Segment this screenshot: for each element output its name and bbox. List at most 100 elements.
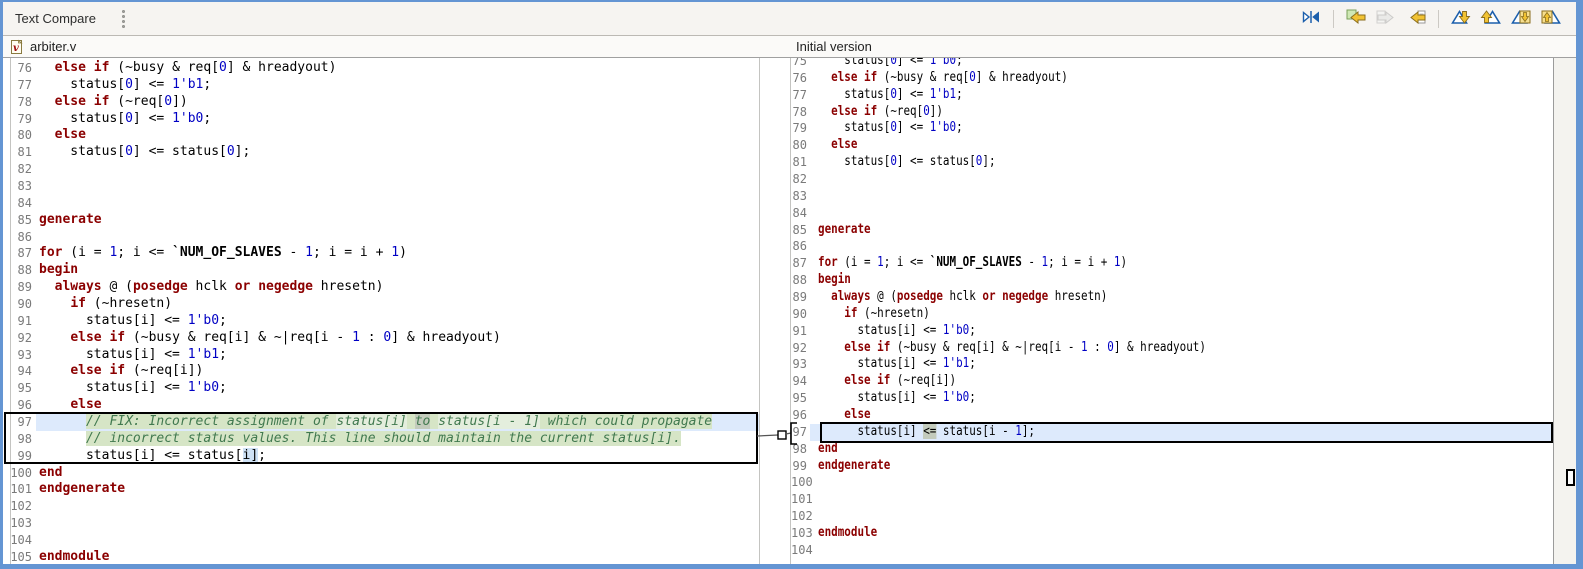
line-number: 100 [791, 474, 813, 492]
line-number: 88 [791, 272, 810, 290]
toolbar-separator [1333, 9, 1334, 28]
code-line: 79 status[0] <= 1'b0; [791, 120, 963, 138]
line-number: 84 [3, 194, 36, 212]
line-number: 95 [3, 380, 36, 398]
copy-all-nonconflicting-right-to-left-button[interactable] [1343, 8, 1369, 30]
line-number: 91 [791, 322, 810, 340]
line-number: 93 [3, 346, 36, 364]
previous-difference-button[interactable] [1478, 8, 1504, 30]
code-line: 93 status[i] <= 1'b1; [3, 346, 759, 364]
code-line: 78 else if (~req[0]) [3, 93, 759, 111]
compare-editor-header: Text Compare [3, 2, 1576, 36]
line-number: 80 [791, 137, 810, 155]
code-line: 96 else [3, 397, 759, 415]
line-number: 100 [3, 464, 36, 482]
code-line: 103 endmodule [791, 525, 878, 542]
line-number: 93 [791, 356, 810, 374]
code-line: 88 begin [791, 272, 851, 290]
line-number: 101 [791, 491, 813, 509]
next-change-button[interactable] [1508, 8, 1534, 30]
pane-divider [790, 58, 791, 564]
copy-current-change-right-to-left-button[interactable] [1403, 8, 1429, 30]
code-line: 95 status[i] <= 1'b0; [791, 390, 976, 408]
code-line: 88 begin [3, 262, 759, 280]
line-number: 85 [3, 211, 36, 229]
line-number: 82 [3, 161, 36, 179]
line-number: 81 [3, 144, 36, 162]
code-line: 94 else if (~req[i]) [791, 373, 957, 391]
line-number: 76 [791, 69, 810, 87]
previous-difference-icon [1480, 8, 1502, 29]
verilog-file-icon: v [11, 39, 23, 54]
right-code-pane[interactable]: 75 status[0] <= 1'b0; 76 else if (~busy &… [791, 58, 1553, 564]
code-line: 92 else if (~busy & req[i] & ~|req[i - 1… [3, 329, 759, 347]
code-line: 84 [3, 194, 759, 212]
line-number: 103 [791, 525, 813, 542]
compare-toolbar [1298, 8, 1564, 30]
code-line: 80 else [3, 127, 759, 145]
swap-left-and-right-button[interactable] [1298, 8, 1324, 30]
window-border [0, 0, 3, 569]
line-number: 89 [791, 289, 810, 306]
previous-change-button[interactable] [1538, 8, 1564, 30]
svg-text:v: v [13, 43, 19, 54]
diff-connector[interactable] [754, 420, 800, 448]
line-number: 85 [791, 221, 810, 239]
code-line: 99 endgenerate [791, 457, 891, 475]
next-difference-button[interactable] [1448, 8, 1474, 30]
line-number: 94 [3, 363, 36, 381]
previous-change-icon [1540, 8, 1562, 29]
line-number: 104 [3, 532, 36, 549]
code-line: 77 status[0] <= 1'b1; [791, 86, 963, 104]
code-line: 97 // FIX: Incorrect assignment of statu… [3, 414, 759, 431]
code-line: 79 status[0] <= 1'b0; [3, 110, 759, 128]
window-border [0, 0, 1583, 2]
code-line: 84 [791, 204, 1553, 222]
line-number: 102 [3, 498, 36, 516]
diff-connector-handle[interactable] [777, 430, 787, 440]
diff-overview-marker[interactable] [1566, 469, 1575, 486]
code-line: 101 endgenerate [3, 481, 759, 499]
line-number: 81 [791, 154, 810, 172]
line-number: 99 [3, 447, 36, 465]
code-line: 81 status[0] <= status[0]; [791, 154, 996, 172]
code-line: 100 end [3, 464, 759, 482]
code-line: 75 status[0] <= 1'b0; [791, 58, 1553, 70]
line-number: 82 [791, 171, 810, 188]
code-line: 104 [3, 532, 759, 549]
line-number: 94 [791, 373, 810, 391]
line-number: 90 [3, 296, 36, 313]
code-line: 89 always @ (posedge hclk or negedge hre… [791, 289, 1108, 306]
pane-divider [759, 58, 760, 564]
toolbar-separator [1438, 9, 1439, 28]
line-number: 90 [791, 305, 810, 323]
code-line: 77 status[0] <= 1'b1; [3, 76, 759, 94]
copy-all-nonconflicting-right-to-left-icon [1345, 8, 1367, 29]
code-line: 100 [791, 474, 1553, 492]
code-line: 82 [791, 171, 1553, 188]
line-number: 91 [3, 312, 36, 330]
left-code-pane[interactable]: 76 else if (~busy & req[0] & hreadyout) 7… [3, 58, 759, 564]
page-title: Text Compare [15, 11, 96, 26]
copy-current-change-right-to-left-icon [1405, 8, 1427, 29]
line-number: 77 [791, 86, 810, 104]
line-number: 92 [791, 339, 810, 357]
line-number: 83 [3, 178, 36, 195]
line-number: 95 [791, 390, 810, 408]
left-file-name: arbiter.v [30, 39, 77, 54]
code-line: 92 else if (~busy & req[i] & ~|req[i - 1… [791, 339, 1206, 357]
line-number: 88 [3, 262, 36, 280]
code-line: 90 if (~hresetn) [3, 296, 759, 313]
line-number: 99 [791, 457, 810, 475]
code-line: 83 [3, 178, 759, 195]
next-change-icon [1510, 8, 1532, 29]
overview-ruler[interactable] [1553, 58, 1576, 564]
left-annotation-ruler [10, 58, 11, 564]
code-line: 104 [791, 541, 1553, 559]
line-number: 98 [3, 430, 36, 448]
copy-current-change-left-to-right-button[interactable] [1373, 8, 1399, 30]
line-number: 78 [791, 103, 810, 121]
code-line: 86 [791, 238, 1553, 256]
text-compare-window: Text Compare v arbiter.v Initial version… [0, 0, 1583, 569]
line-number: 84 [791, 204, 810, 222]
